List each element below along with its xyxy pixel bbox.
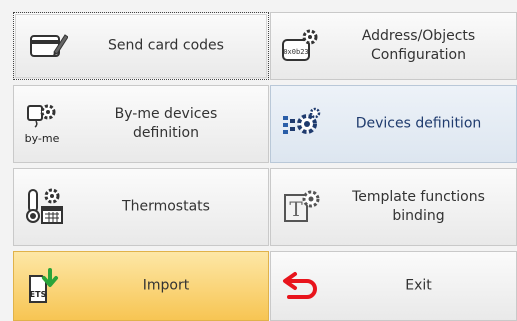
thermometer-calendar-icon — [26, 188, 63, 224]
svg-text:T: T — [289, 197, 303, 221]
devices-definition-button[interactable]: Devices definition — [270, 85, 517, 163]
exit-button[interactable]: Exit — [270, 251, 517, 321]
template-functions-binding-button[interactable]: T Template functions binding — [270, 168, 517, 246]
address-objects-configuration-button[interactable]: 0x0b23 Address/Objects Configuration — [270, 12, 517, 80]
card-pencil-icon — [30, 34, 68, 57]
thermostats-button[interactable]: Thermostats — [13, 168, 269, 246]
thermostats-label: Thermostats — [122, 198, 210, 215]
function-menu-panel: Send card codes 0x0b23 Address/Objects C… — [0, 0, 517, 321]
address-gear-icon: 0x0b23 — [282, 29, 318, 61]
exit-label: Exit — [405, 277, 432, 294]
ets-icon-text: ETS — [30, 290, 47, 299]
devices-gear-icon — [283, 107, 321, 134]
byme-gear-icon: by-me — [25, 104, 60, 145]
template-functions-binding-label: Template functions binding — [352, 189, 485, 224]
import-label: Import — [142, 277, 190, 294]
byme-devices-definition-label: By-me devices definition — [114, 106, 218, 141]
byme-devices-definition-button[interactable]: by-me By-me devices definition — [13, 85, 269, 163]
exit-arrow-icon — [283, 272, 317, 299]
send-card-codes-button[interactable]: Send card codes — [13, 12, 269, 80]
devices-definition-label: Devices definition — [355, 115, 482, 132]
svg-text:0x0b23: 0x0b23 — [283, 48, 308, 56]
byme-icon-text: by-me — [25, 132, 60, 145]
import-button[interactable]: ETS Import — [13, 251, 269, 321]
send-card-codes-label: Send card codes — [108, 37, 224, 54]
template-gear-icon: T — [284, 190, 320, 222]
ets-import-icon: ETS — [29, 268, 58, 303]
address-objects-configuration-label: Address/Objects Configuration — [361, 28, 476, 63]
